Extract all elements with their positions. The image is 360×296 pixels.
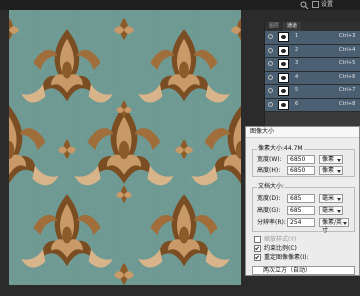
- channel-shortcut: Ctrl+8: [339, 100, 356, 107]
- pixel-height-unit-select[interactable]: 像素: [319, 166, 343, 175]
- chevron-down-icon: [343, 222, 347, 225]
- tab-channels[interactable]: 通道: [283, 22, 302, 31]
- checkbox-box: [254, 254, 261, 261]
- constrain-proportions-checkbox[interactable]: 约束比例(C): [254, 245, 297, 253]
- doc-height-unit-select[interactable]: 毫米: [319, 206, 343, 215]
- pixel-width-input[interactable]: 6850: [287, 155, 315, 164]
- checkbox-box: [254, 245, 261, 252]
- resolution-input[interactable]: 254: [287, 218, 315, 227]
- settings-label: 设置: [321, 1, 334, 8]
- channel-thumbnail: [278, 32, 289, 42]
- pixel-height-input[interactable]: 6850: [287, 166, 315, 175]
- channel-row[interactable]: 1 Ctrl+3: [265, 31, 360, 45]
- search-icon[interactable]: [300, 1, 309, 9]
- channel-name: 2: [295, 46, 299, 53]
- pixel-width-row: 宽度(W): 6850 像素: [253, 155, 360, 165]
- checkbox-box: [254, 236, 261, 243]
- unit-label: 像素: [322, 156, 335, 163]
- eye-icon[interactable]: [268, 88, 273, 93]
- damask-pattern-image: [9, 10, 241, 285]
- channel-name: 5: [295, 87, 299, 93]
- doc-width-row: 宽度(D): 685 毫米: [253, 194, 360, 204]
- channel-name: 1: [295, 33, 299, 39]
- unit-label: 像素: [322, 167, 335, 174]
- scale-styles-checkbox[interactable]: 缩放样式(Y): [254, 236, 296, 244]
- channel-row[interactable]: 5 Ctrl+7: [265, 85, 360, 99]
- eye-icon[interactable]: [268, 34, 273, 39]
- channel-thumbnail: [278, 72, 289, 83]
- pixel-dimensions-group: 像素大小:44.7M 宽度(W): 6850 像素 高度(H): 6850 像素: [252, 145, 355, 177]
- chevron-down-icon: [337, 159, 341, 162]
- resample-image-checkbox[interactable]: 重定图像像素(I):: [254, 254, 308, 262]
- unit-label: 毫米: [322, 195, 335, 202]
- eye-icon[interactable]: [268, 47, 273, 53]
- document-size-label: 文档大小:: [257, 183, 286, 191]
- channel-shortcut: Ctrl+4: [339, 46, 356, 53]
- checkbox-label: 缩放样式(Y): [264, 236, 297, 243]
- checkbox-label: 重定图像像素(I):: [264, 254, 309, 261]
- document-size-group: 文档大小: 宽度(D): 685 毫米 高度(G): 685 毫米 分辨率(R)…: [252, 183, 355, 234]
- dialog-title[interactable]: 图像大小: [246, 127, 359, 138]
- resample-method-select[interactable]: 两次立方（自动）: [252, 266, 355, 275]
- channel-row[interactable]: 3 Ctrl+5: [265, 58, 360, 72]
- top-bar: 设置: [0, 0, 360, 10]
- doc-height-input[interactable]: 685: [287, 206, 315, 215]
- document-canvas[interactable]: [9, 10, 241, 285]
- channel-row[interactable]: 2 Ctrl+4: [265, 44, 360, 58]
- channel-thumbnail: [278, 59, 289, 69]
- image-size-dialog: 图像大小 像素大小:44.7M 宽度(W): 6850 像素 高度(H): 68…: [245, 126, 360, 276]
- channel-thumbnail: [278, 86, 289, 96]
- pixel-width-label: 宽度(W):: [257, 156, 282, 163]
- resolution-unit-select[interactable]: 像素/英寸: [319, 218, 349, 234]
- channel-shortcut: Ctrl+3: [339, 33, 356, 39]
- channel-thumbnail: [278, 45, 289, 56]
- channel-thumbnail: [278, 99, 289, 110]
- window-icon: [312, 1, 319, 8]
- unit-label: 毫米: [322, 207, 335, 214]
- channels-panel: 图层 通道 1 Ctrl+3 2 Ctrl+4 3 Ctrl+5 4 Ctrl+…: [264, 22, 360, 126]
- channel-name: 3: [295, 60, 299, 66]
- pixel-size-label: 像素大小:44.7M: [257, 145, 304, 153]
- channel-shortcut: Ctrl+5: [339, 60, 356, 66]
- unit-label: 像素/英寸: [322, 219, 343, 234]
- doc-width-unit-select[interactable]: 毫米: [319, 194, 343, 203]
- pixel-height-label: 高度(H):: [257, 167, 281, 174]
- channel-row[interactable]: 6 Ctrl+8: [265, 98, 360, 112]
- workspace-settings-button[interactable]: 设置: [312, 1, 333, 9]
- resolution-row: 分辨率(R): 254 像素/英寸: [253, 218, 360, 234]
- channel-row[interactable]: 4 Ctrl+6: [265, 71, 360, 85]
- channel-shortcut: Ctrl+6: [339, 73, 356, 80]
- channel-shortcut: Ctrl+7: [339, 87, 356, 93]
- pixel-height-row: 高度(H): 6850 像素: [253, 166, 360, 176]
- eye-icon[interactable]: [268, 74, 273, 80]
- eye-icon[interactable]: [268, 101, 273, 107]
- doc-width-input[interactable]: 685: [287, 194, 315, 203]
- checkbox-label: 约束比例(C): [264, 245, 297, 252]
- pixel-width-unit-select[interactable]: 像素: [319, 155, 343, 164]
- chevron-down-icon: [337, 198, 341, 201]
- chevron-down-icon: [337, 170, 341, 173]
- panel-tabs: 图层 通道: [265, 22, 360, 31]
- channel-name: 4: [295, 73, 299, 80]
- doc-height-row: 高度(G): 685 毫米: [253, 206, 360, 216]
- eye-icon[interactable]: [268, 61, 273, 66]
- channel-name: 6: [295, 100, 299, 107]
- doc-height-label: 高度(G):: [257, 207, 281, 214]
- chevron-down-icon: [337, 210, 341, 213]
- resolution-label: 分辨率(R):: [257, 219, 286, 226]
- doc-width-label: 宽度(D):: [257, 195, 281, 202]
- tab-layers[interactable]: 图层: [265, 22, 283, 31]
